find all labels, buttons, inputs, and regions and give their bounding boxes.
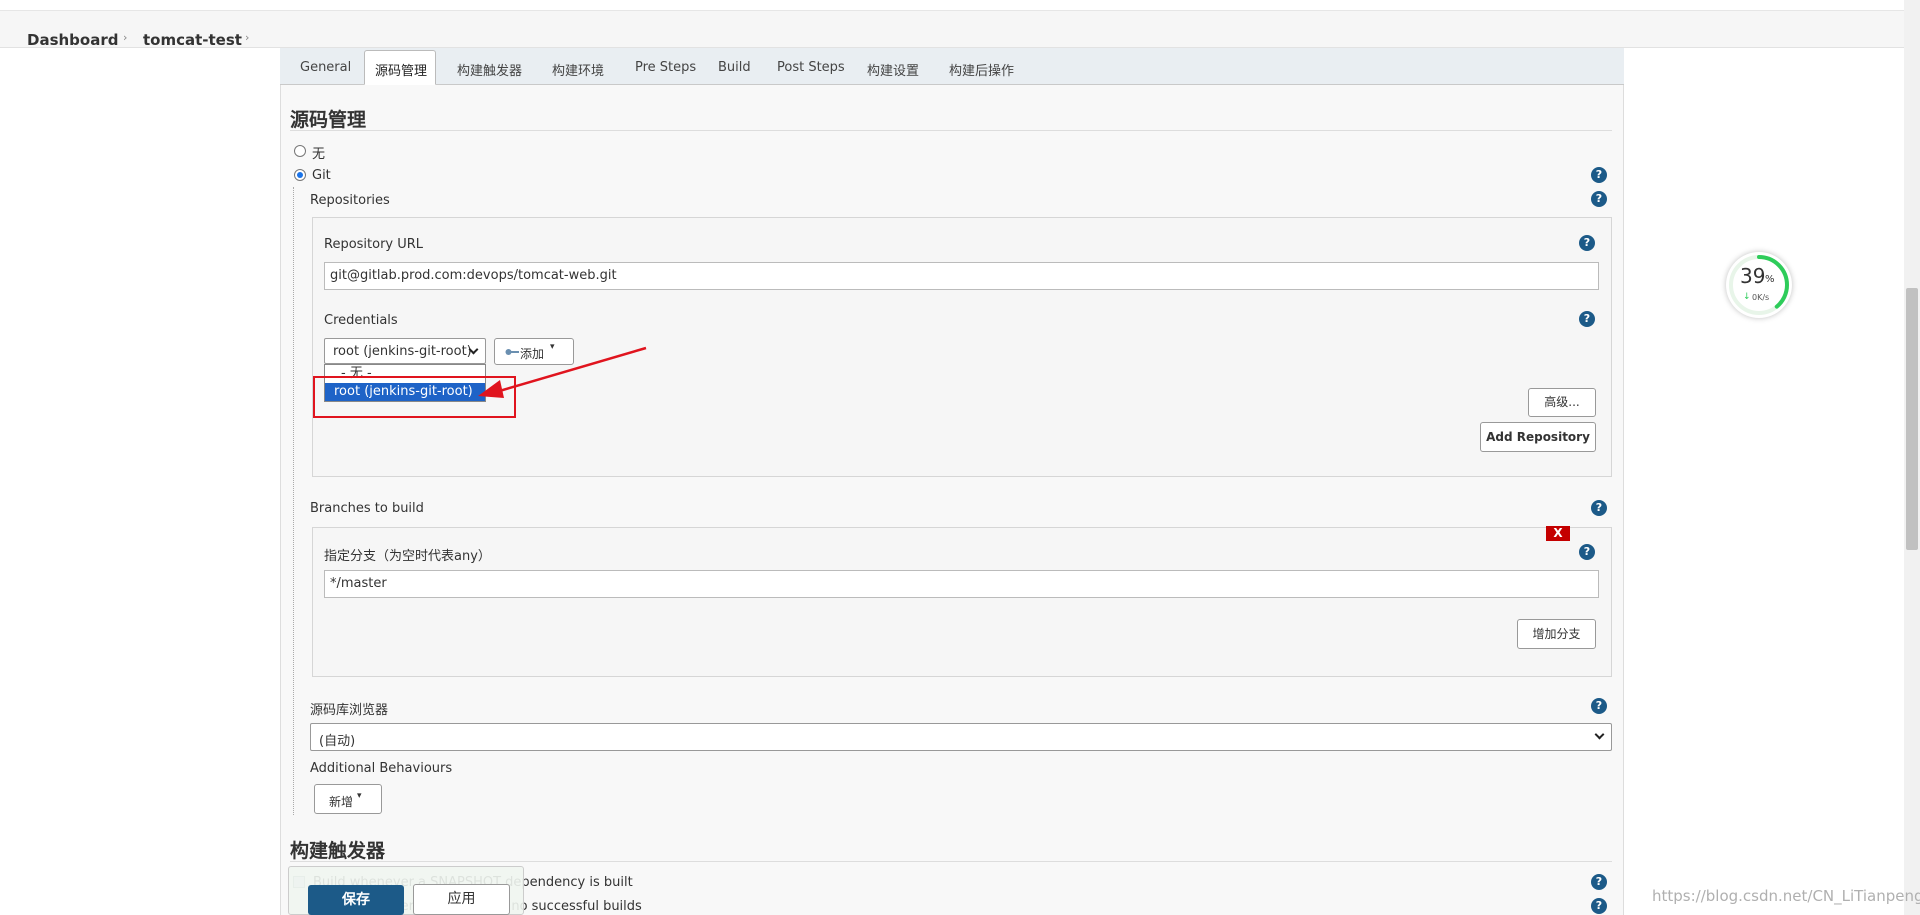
chevron-right-icon[interactable]: › (245, 31, 249, 44)
repo-url-label: Repository URL (324, 237, 424, 252)
network-gauge[interactable]: 39 % ↓ 0K/s (1726, 252, 1792, 318)
radio-git[interactable] (294, 169, 306, 181)
tab-pre-steps[interactable]: Pre Steps (635, 60, 696, 75)
gauge-percent: 39 (1740, 264, 1766, 288)
help-icon[interactable]: ? (1579, 311, 1595, 327)
repo-browser-label: 源码库浏览器 (310, 703, 389, 718)
add-behaviour-label: 新增 (329, 795, 354, 809)
help-icon[interactable]: ? (1579, 235, 1595, 251)
delete-branch-button[interactable]: X (1546, 526, 1570, 541)
add-behaviour-button[interactable]: 新增 ▾ (314, 784, 382, 814)
breadcrumb-dashboard[interactable]: Dashboard (27, 31, 118, 49)
branches-label: Branches to build (310, 501, 424, 516)
radio-none-label: 无 (312, 147, 326, 162)
annotation-arrow (478, 346, 647, 398)
gauge-percent-unit: % (1765, 274, 1775, 285)
tab-triggers[interactable]: 构建触发器 (457, 60, 522, 79)
breadcrumb-job[interactable]: tomcat-test (143, 31, 242, 49)
divider (290, 861, 1612, 862)
branch-spec-input[interactable]: */master (324, 570, 1599, 598)
config-main (280, 48, 1624, 915)
chevron-down-icon (1594, 729, 1605, 740)
gauge-rate: 0K/s (1752, 293, 1770, 302)
credentials-select[interactable]: root (jenkins-git-root) (324, 338, 486, 364)
behaviours-label: Additional Behaviours (310, 761, 453, 776)
tab-build-env[interactable]: 构建环境 (552, 60, 604, 79)
credentials-label: Credentials (324, 313, 398, 328)
tab-general[interactable]: General (300, 60, 351, 75)
chevron-right-icon: › (123, 31, 128, 44)
save-button[interactable]: 保存 (308, 885, 404, 915)
breadcrumb: Dashboard › tomcat-test › (0, 11, 1920, 49)
caret-down-icon: ▾ (357, 791, 362, 801)
nesting-guide (293, 187, 294, 815)
repo-url-input[interactable]: git@gitlab.prod.com:devops/tomcat-web.gi… (324, 262, 1599, 290)
help-icon[interactable]: ? (1591, 898, 1607, 914)
scrollbar-thumb[interactable] (1906, 288, 1918, 550)
watermark: https://blog.csdn.net/CN_LiTianpeng (1652, 887, 1920, 905)
add-repository-button[interactable]: Add Repository (1480, 422, 1596, 452)
tab-post-build[interactable]: 构建后操作 (949, 60, 1014, 79)
branch-panel (312, 527, 1612, 677)
help-icon[interactable]: ? (1591, 874, 1607, 890)
triggers-section-title: 构建触发器 (290, 840, 386, 862)
tab-build-settings[interactable]: 构建设置 (867, 60, 919, 79)
branch-spec-label: 指定分支（为空时代表any） (324, 549, 491, 564)
tab-post-steps[interactable]: Post Steps (777, 60, 845, 75)
add-branch-button[interactable]: 增加分支 (1517, 619, 1596, 649)
download-arrow-icon: ↓ (1743, 292, 1751, 302)
scm-section-title: 源码管理 (290, 109, 367, 131)
credentials-select-value: root (jenkins-git-root) (333, 344, 472, 359)
tab-build[interactable]: Build (718, 60, 751, 75)
tab-scm[interactable]: 源码管理 (375, 60, 427, 79)
radio-git-label: Git (312, 168, 331, 183)
help-icon[interactable]: ? (1591, 698, 1607, 714)
apply-button[interactable]: 应用 (413, 884, 510, 915)
help-icon[interactable]: ? (1591, 167, 1607, 183)
repositories-label: Repositories (310, 193, 390, 208)
repo-browser-select[interactable]: (自动) (310, 723, 1612, 751)
advanced-button[interactable]: 高级... (1528, 388, 1596, 417)
help-icon[interactable]: ? (1591, 500, 1607, 516)
repo-browser-value: (自动) (319, 734, 356, 749)
divider (290, 130, 1612, 131)
top-bar (0, 0, 1920, 11)
radio-none[interactable] (294, 145, 306, 157)
help-icon[interactable]: ? (1591, 191, 1607, 207)
help-icon[interactable]: ? (1579, 544, 1595, 560)
